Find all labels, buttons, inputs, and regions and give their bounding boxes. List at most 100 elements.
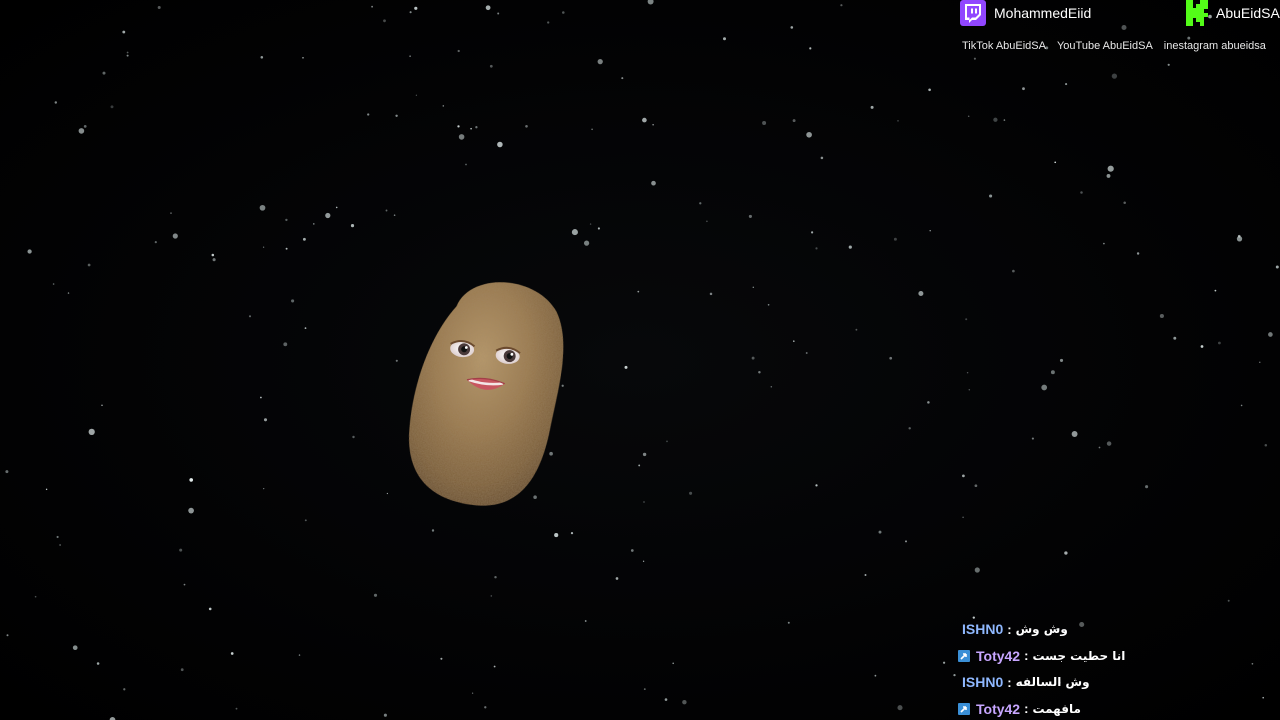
- star: [1054, 161, 1057, 164]
- star: [5, 470, 9, 474]
- chat-message: ISHN0 : وش وش: [958, 616, 1278, 643]
- star: [1145, 485, 1149, 489]
- star: [96, 662, 100, 665]
- star: [554, 533, 559, 538]
- star: [304, 327, 307, 329]
- star: [101, 404, 103, 406]
- star: [59, 544, 61, 546]
- star: [442, 105, 445, 107]
- star: [792, 119, 796, 123]
- star: [262, 246, 265, 248]
- star: [180, 668, 184, 672]
- star: [889, 356, 893, 360]
- star: [475, 126, 478, 129]
- star: [848, 245, 852, 249]
- star: [56, 535, 59, 539]
- star: [874, 674, 877, 677]
- star: [1167, 63, 1170, 66]
- star: [1123, 201, 1126, 205]
- game-scene: MohammedEiid AbuEidSA TikTok AbuEidSA Yo…: [0, 0, 1280, 720]
- star: [682, 699, 687, 705]
- star: [325, 212, 331, 219]
- star: [642, 452, 647, 457]
- star: [974, 484, 978, 488]
- star: [170, 212, 172, 214]
- star: [471, 692, 474, 694]
- star: [870, 105, 874, 109]
- star: [897, 705, 903, 711]
- instagram-link: inestagram abueidsa: [1163, 40, 1266, 52]
- chat-username: Toty42: [976, 700, 1021, 717]
- star: [302, 57, 304, 59]
- star: [383, 713, 387, 717]
- star: [1227, 599, 1230, 602]
- star: [993, 117, 998, 122]
- star: [1214, 289, 1217, 292]
- star: [962, 516, 964, 519]
- star: [624, 365, 628, 369]
- chat-text: وش السالفه: [1015, 675, 1090, 690]
- star: [840, 4, 843, 7]
- chat-username: Toty42: [976, 647, 1021, 664]
- star: [638, 464, 641, 467]
- star: [335, 206, 338, 209]
- star: [263, 418, 268, 422]
- star: [1275, 265, 1279, 269]
- star: [591, 128, 593, 131]
- star: [1003, 119, 1006, 121]
- star: [615, 577, 619, 580]
- star: [583, 240, 590, 246]
- kick-icon: [1186, 0, 1208, 26]
- tiktok-link: TikTok AbuEidSA: [962, 40, 1046, 52]
- star: [666, 440, 668, 443]
- star: [790, 26, 794, 29]
- star: [967, 115, 970, 117]
- star: [67, 292, 70, 294]
- star: [1240, 404, 1243, 407]
- star: [183, 583, 186, 586]
- twitch-handle: MohammedEiid: [960, 0, 1091, 26]
- chat-text: انا حطيت جست: [1032, 648, 1126, 663]
- star: [260, 56, 264, 59]
- star: [1065, 83, 1068, 86]
- star: [893, 237, 897, 241]
- star: [1121, 24, 1127, 31]
- star: [815, 484, 818, 487]
- star: [989, 194, 993, 198]
- star: [1064, 551, 1068, 555]
- star: [793, 340, 795, 342]
- chat-username: ISHN0: [962, 674, 1004, 691]
- star: [490, 595, 493, 597]
- star: [878, 530, 882, 534]
- star: [1012, 269, 1015, 273]
- star: [767, 303, 770, 306]
- star: [709, 292, 713, 296]
- star: [929, 229, 931, 232]
- star: [497, 12, 500, 15]
- star: [126, 51, 129, 54]
- chat-text: مافهمت: [1032, 701, 1081, 716]
- star: [386, 492, 389, 495]
- star: [1173, 336, 1177, 340]
- star: [974, 567, 980, 573]
- star: [758, 371, 761, 374]
- kick-handle-text: AbuEidSA: [1216, 5, 1280, 21]
- star: [110, 105, 114, 109]
- star: [27, 249, 32, 254]
- star: [689, 491, 693, 495]
- star: [597, 58, 603, 65]
- star: [298, 654, 301, 656]
- star: [1200, 345, 1204, 348]
- star: [87, 263, 91, 267]
- star: [642, 560, 645, 562]
- star: [285, 247, 288, 250]
- star: [409, 55, 411, 57]
- star: [897, 120, 899, 122]
- potato-body: [409, 282, 564, 506]
- star: [525, 125, 528, 128]
- star: [942, 661, 946, 664]
- star: [1107, 165, 1114, 172]
- star: [1268, 332, 1273, 337]
- star: [1098, 446, 1101, 449]
- star: [497, 141, 503, 148]
